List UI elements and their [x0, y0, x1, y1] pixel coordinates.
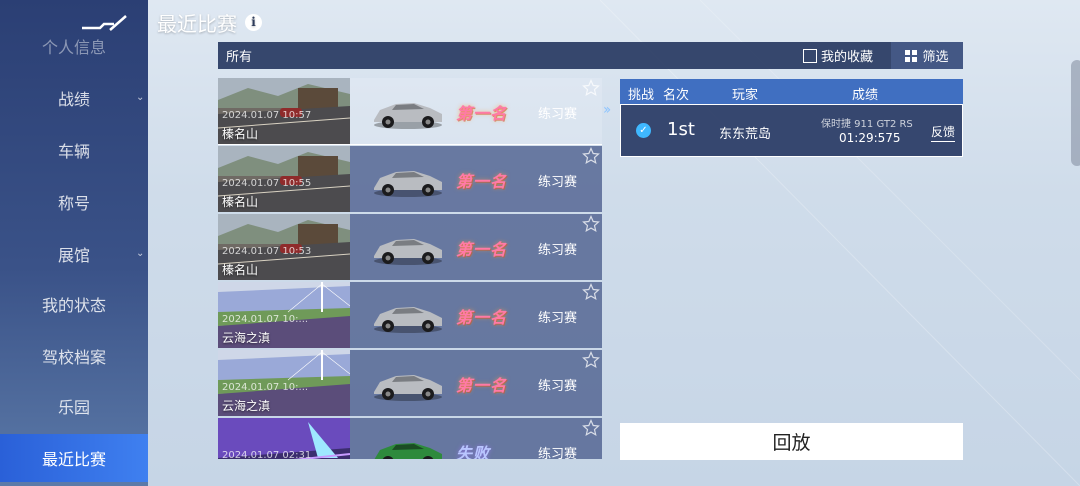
sidebar-item[interactable]: 我的状态 [0, 280, 148, 328]
track-name: 榛名山 [222, 127, 259, 141]
favorites-toggle[interactable]: 我的收藏 [802, 46, 873, 65]
favorites-label: 我的收藏 [820, 50, 873, 65]
star-icon[interactable] [582, 79, 600, 97]
star-icon[interactable] [582, 351, 600, 369]
track-thumbnail: 2024.01.07 10:53 榛名山 [218, 214, 350, 280]
sidebar-item-label: 驾校档案 [41, 348, 106, 367]
race-datetime: 2024.01.07 02:31 [222, 450, 312, 459]
race-row[interactable]: 2024.01.07 10:55 榛名山 第一名 练习赛 [218, 146, 602, 212]
star-icon[interactable] [582, 283, 600, 301]
race-list: 2024.01.07 10:57 榛名山 第一名 练习赛 2024.01.07 10:5… [218, 78, 602, 459]
race-row[interactable]: 2024.01.07 10:53 榛名山 第一名 练习赛 [218, 214, 602, 280]
track-thumbnail: 2024.01.07 02:31 [218, 418, 350, 459]
sidebar: 个人信息战绩 ⌄ 车辆称号展馆 ⌄ 我的状态驾校档案乐园最近比赛 [0, 0, 148, 486]
car-name: 保时捷 911 GT2 RS [821, 119, 913, 130]
race-mode: 练习赛 [538, 379, 578, 394]
sidebar-item[interactable]: 称号 [0, 178, 148, 226]
sidebar-item-label: 我的状态 [41, 296, 106, 315]
star-icon[interactable] [582, 147, 600, 165]
rank-value: 1st [667, 119, 695, 140]
race-mode: 练习赛 [538, 311, 578, 326]
results-header: 挑战 名次 玩家 成绩 [620, 79, 963, 104]
replay-button[interactable]: 回放 [620, 423, 963, 460]
car-icon [374, 103, 442, 129]
info-icon[interactable]: i [245, 13, 262, 31]
sidebar-item-label: 个人信息 [41, 38, 106, 57]
car-icon [374, 239, 442, 265]
race-datetime: 2024.01.07 10:57 [222, 110, 312, 121]
race-mode: 练习赛 [538, 447, 578, 459]
edge-scroll-handle[interactable] [1071, 60, 1080, 166]
track-thumbnail: 2024.01.07 10:... 云海之滇 [218, 350, 350, 416]
chevron-down-icon: ⌄ [136, 92, 145, 103]
favorites-checkbox[interactable] [802, 48, 817, 63]
race-result: 失败 [456, 444, 491, 459]
race-mode: 练习赛 [538, 107, 578, 122]
race-result: 第一名 [456, 104, 508, 123]
star-icon[interactable] [582, 419, 600, 437]
check-circle-icon: ✓ [636, 123, 651, 138]
race-result: 第一名 [456, 308, 508, 327]
star-icon[interactable] [582, 215, 600, 233]
sidebar-item[interactable]: 最近比赛 [0, 434, 148, 482]
sidebar-item[interactable]: 战绩 ⌄ [0, 74, 148, 122]
car-icon [374, 443, 442, 459]
player-name: 东东荒岛 [719, 127, 772, 142]
race-row[interactable]: 2024.01.07 02:31 失败 练习赛 [218, 418, 602, 459]
sidebar-item-label: 称号 [57, 194, 90, 213]
sidebar-item[interactable]: 驾校档案 [0, 332, 148, 380]
filter-bar: 所有 我的收藏 筛选 [218, 42, 963, 69]
race-result: 第一名 [456, 240, 508, 259]
sidebar-item-label: 战绩 [57, 90, 90, 109]
car-icon [374, 171, 442, 197]
double-chevron-right-icon: ›› [603, 102, 611, 118]
race-row[interactable]: 2024.01.07 10:... 云海之滇 第一名 练习赛 [218, 350, 602, 416]
race-datetime: 2024.01.07 10:... [222, 314, 309, 325]
track-name: 云海之滇 [222, 399, 271, 413]
col-player: 玩家 [732, 88, 759, 103]
sidebar-item[interactable]: 个人信息 [0, 22, 148, 70]
race-row[interactable]: 2024.01.07 10:... 云海之滇 第一名 练习赛 [218, 282, 602, 348]
col-score: 成绩 [852, 88, 879, 103]
race-row[interactable]: 2024.01.07 10:57 榛名山 第一名 练习赛 [218, 78, 602, 145]
result-row[interactable]: ✓ 1st 东东荒岛 保时捷 911 GT2 RS 01:29:575 反馈 [620, 104, 963, 157]
page-title: 最近比赛 i [157, 8, 262, 36]
track-name: 云海之滇 [222, 331, 271, 345]
filter-button[interactable]: 筛选 [891, 42, 963, 69]
sidebar-item[interactable]: 车辆 [0, 126, 148, 174]
feedback-link[interactable]: 反馈 [931, 123, 956, 142]
col-rank: 名次 [663, 88, 690, 103]
grid-icon [905, 49, 918, 62]
sidebar-item-label: 最近比赛 [41, 450, 106, 469]
car-icon [374, 375, 442, 401]
track-thumbnail: 2024.01.07 10:57 榛名山 [218, 78, 350, 144]
track-thumbnail: 2024.01.07 10:... 云海之滇 [218, 282, 350, 348]
chevron-down-icon: ⌄ [136, 248, 145, 259]
sidebar-item-label: 展馆 [57, 246, 90, 265]
sidebar-item[interactable]: 展馆 ⌄ [0, 230, 148, 278]
race-result: 第一名 [456, 376, 508, 395]
race-datetime: 2024.01.07 10:53 [222, 246, 312, 257]
race-result: 第一名 [456, 172, 508, 191]
lap-time: 01:29:575 [839, 131, 901, 145]
track-thumbnail: 2024.01.07 10:55 榛名山 [218, 146, 350, 212]
filter-all-label[interactable]: 所有 [226, 46, 803, 65]
race-datetime: 2024.01.07 10:... [222, 382, 309, 393]
track-name: 榛名山 [222, 263, 259, 277]
race-mode: 练习赛 [538, 175, 578, 190]
race-datetime: 2024.01.07 10:55 [222, 178, 312, 189]
col-challenge: 挑战 [628, 88, 655, 103]
sidebar-item-label: 车辆 [57, 142, 90, 161]
sidebar-item-label: 乐园 [57, 398, 90, 417]
page-title-text: 最近比赛 [157, 11, 237, 36]
race-mode: 练习赛 [538, 243, 578, 258]
track-name: 榛名山 [222, 195, 259, 209]
car-icon [374, 307, 442, 333]
filter-button-label: 筛选 [922, 50, 949, 65]
sidebar-item[interactable]: 乐园 [0, 382, 148, 430]
